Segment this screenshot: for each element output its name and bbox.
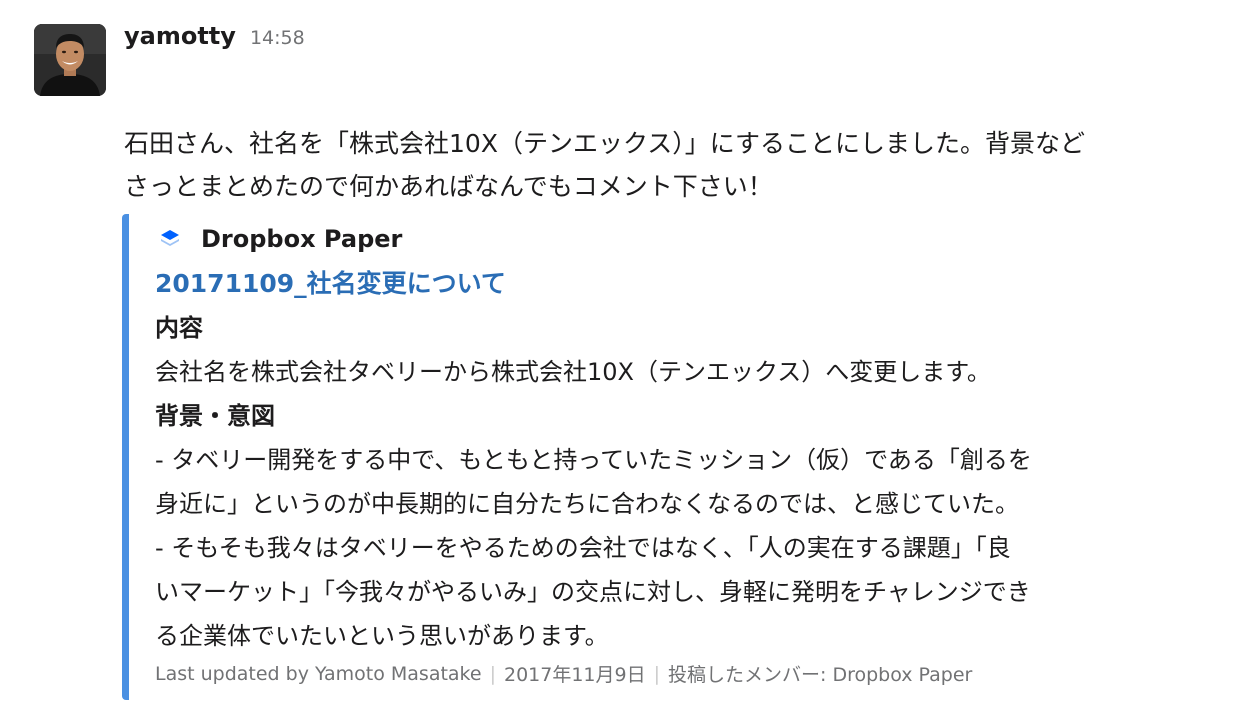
- dropbox-paper-attachment: Dropbox Paper 20171109_社名変更について 内容 会社名を株…: [122, 214, 1202, 700]
- section-text: - タベリー開発をする中で、もともと持っていたミッション（仮）である「創るを: [155, 446, 1032, 474]
- message-text: 石田さん、社名を「株式会社10X（テンエックス）」にすることにしました。背景など…: [124, 122, 1224, 208]
- section-text: る企業体でいたいという思いがあります。: [155, 622, 609, 650]
- posted-by-text: 投稿したメンバー: Dropbox Paper: [668, 664, 973, 686]
- section-text: いマーケット」「今我々がやるいみ」の交点に対し、身軽に発明をチャレンジでき: [155, 578, 1031, 606]
- last-updated-text: Last updated by Yamoto Masatake: [155, 662, 482, 685]
- footer-divider: |: [489, 662, 496, 685]
- section-text: 会社名を株式会社タベリーから株式会社10X（テンエックス）へ変更します。: [155, 358, 991, 386]
- message-line: 石田さん、社名を「株式会社10X（テンエックス）」にすることにしました。背景など: [124, 129, 1085, 158]
- attachment-title-link[interactable]: 20171109_社名変更について: [155, 262, 1202, 306]
- section-text: 身近に」というのが中長期的に自分たちに合わなくなるのでは、と感じていた。: [155, 490, 1019, 518]
- message-line: さっとまとめたので何かあればなんでもコメント下さい！: [124, 172, 773, 201]
- username[interactable]: yamotty: [124, 22, 236, 50]
- timestamp[interactable]: 14:58: [250, 27, 305, 49]
- avatar[interactable]: [34, 24, 106, 96]
- message-header: yamotty 14:58: [124, 22, 305, 62]
- attachment-service: Dropbox Paper: [155, 214, 1202, 262]
- attachment-footer: Last updated by Yamoto Masatake | 2017年1…: [155, 660, 972, 687]
- updated-date: 2017年11月9日: [503, 664, 646, 686]
- section-heading: 背景・意図: [155, 402, 275, 430]
- service-name: Dropbox Paper: [201, 225, 403, 253]
- section-heading: 内容: [155, 314, 203, 342]
- footer-divider: |: [653, 662, 661, 685]
- avatar-photo: [34, 24, 106, 96]
- section-text: - そもそも我々はタベリーをやるための会社ではなく、「人の実在する課題」「良: [155, 534, 1011, 562]
- attachment-body: 内容 会社名を株式会社タベリーから株式会社10X（テンエックス）へ変更します。 …: [155, 306, 1202, 658]
- dropbox-paper-icon: [161, 230, 179, 246]
